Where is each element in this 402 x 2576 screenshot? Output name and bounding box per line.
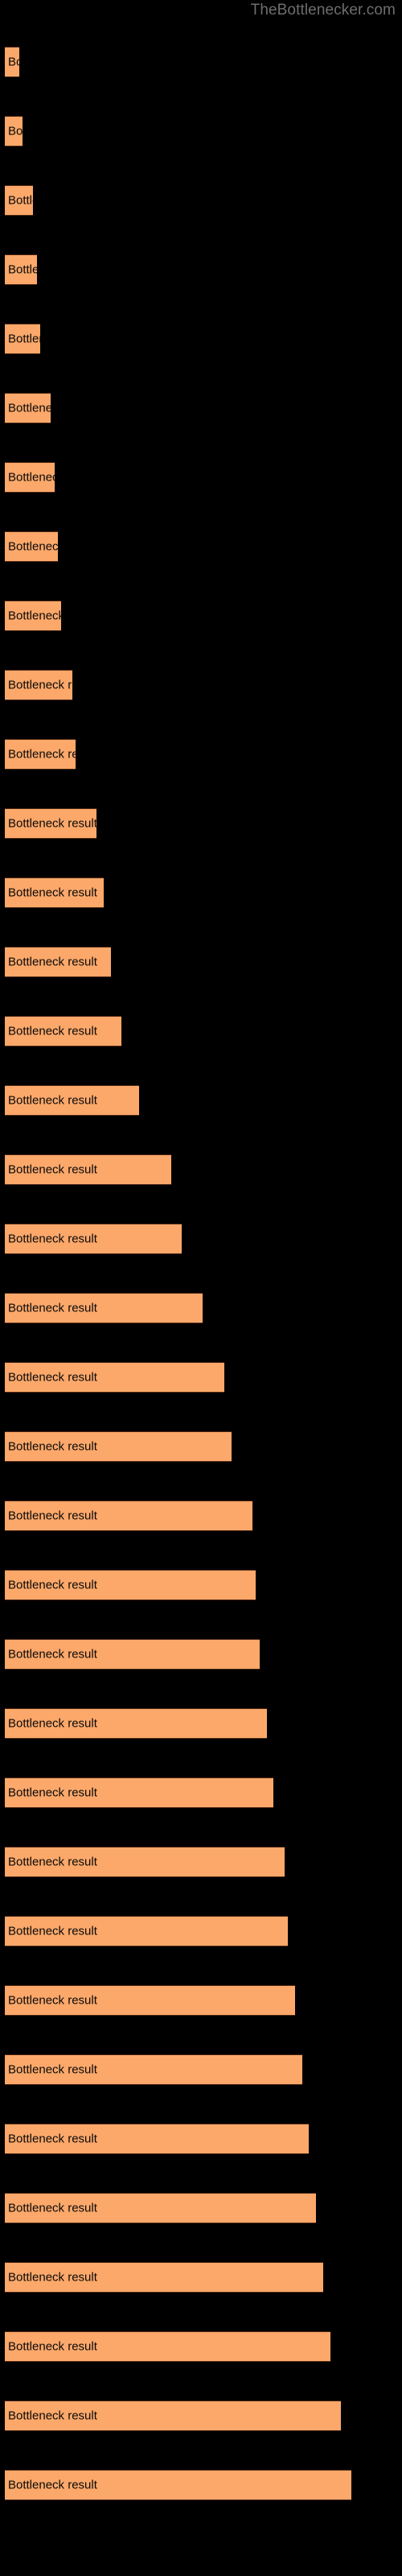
chart-bar[interactable]: Bottleneck result [5,1016,122,1046]
chart-bar-label: Bottleneck result [8,2062,97,2077]
chart-bar[interactable]: Bottleneck result [5,1224,182,1254]
chart-bar-label: Bottleneck result [8,1785,97,1800]
chart-bar[interactable]: Bottleneck result [5,462,55,493]
chart-bar[interactable]: Bottleneck result [5,116,23,147]
chart-bar-label: Bottleneck result [8,886,97,900]
chart-bar[interactable]: Bottleneck result [5,2470,352,2500]
chart-bar[interactable]: Bottleneck result [5,531,58,562]
chart-bar-label: Bottleneck result [8,1647,97,1662]
chart-bar[interactable]: Bottleneck result [5,1293,203,1323]
chart-bar-label: Bottleneck result [8,1716,97,1731]
chart-bar[interactable]: Bottleneck result [5,877,105,908]
chart-bar-label: Bottleneck result [8,2409,97,2423]
chart-bar-label: Bottleneck result [8,1301,97,1315]
chart-bar-label: Bottleneck result [8,1924,97,1938]
chart-bar-label: Bottleneck result [8,2201,97,2215]
chart-bar-label: Bottleneck result [8,193,33,208]
chart-bar[interactable]: Bottleneck result [5,2262,323,2293]
chart-bar[interactable]: Bottleneck result [5,601,62,631]
chart-bar-label: Bottleneck result [8,1993,97,2008]
chart-bar-label: Bottleneck result [8,1024,97,1038]
chart-bar-label: Bottleneck result [8,1093,97,1108]
chart-bar[interactable]: Bottleneck result [5,2193,317,2223]
chart-bar[interactable]: Bottleneck result [5,1570,256,1600]
chart-bar-label: Bottleneck result [8,2339,97,2354]
chart-bar-label: Bottleneck result [8,816,97,831]
chart-bar-label: Bottleneck result [8,747,76,762]
chart-bar-label: Bottleneck result [8,55,19,69]
chart-bar-label: Bottleneck result [8,1439,97,1454]
chart-bar[interactable]: Bottleneck result [5,254,37,285]
chart-bar-label: Bottleneck result [8,1162,97,1177]
chart-bar[interactable]: Bottleneck result [5,185,34,216]
chart-bar-label: Bottleneck result [8,539,58,554]
chart-bar-label: Bottleneck result [8,678,72,692]
chart-bar-label: Bottleneck result [8,1509,97,1523]
chart-bar-label: Bottleneck result [8,1232,97,1246]
chart-bar-label: Bottleneck result [8,2270,97,2285]
chart-bar-label: Bottleneck result [8,1855,97,1869]
chart-bar[interactable]: Bottleneck result [5,1777,274,1808]
chart-bar[interactable]: Bottleneck result [5,47,19,77]
chart-bar-label: Bottleneck result [8,262,37,277]
chart-bar-label: Bottleneck result [8,2132,97,2146]
chart-bar[interactable]: Bottleneck result [5,739,76,770]
chart-bar-label: Bottleneck result [8,609,62,623]
chart-bar[interactable]: Bottleneck result [5,1708,267,1739]
chart-bar[interactable]: Bottleneck result [5,2401,341,2431]
chart-bar[interactable]: Bottleneck result [5,1639,260,1670]
chart-bar[interactable]: Bottleneck result [5,393,51,423]
chart-bar-label: Bottleneck result [8,124,23,138]
bottleneck-bar-chart: Bottleneck result Bottleneck result Bottle… [0,0,402,2576]
chart-bar[interactable]: Bottleneck result [5,2054,302,2085]
chart-bar[interactable]: Bottleneck result [5,808,97,839]
chart-bar[interactable]: Bottleneck result [5,1916,288,1946]
chart-bar-label: Bottleneck result [8,2478,97,2492]
chart-bar[interactable]: Bottleneck result [5,1501,252,1531]
chart-bar[interactable]: Bottleneck result [5,947,111,977]
chart-bar[interactable]: Bottleneck result [5,1985,295,2016]
chart-bar[interactable]: Bottleneck result [5,670,72,700]
chart-bar-label: Bottleneck result [8,401,51,415]
chart-bar-label: Bottleneck result [8,1578,97,1592]
chart-bar-label: Bottleneck result [8,470,55,485]
chart-bar-label: Bottleneck result [8,1370,97,1385]
chart-bar[interactable]: Bottleneck result [5,2124,310,2154]
chart-bar[interactable]: Bottleneck result [5,1085,140,1116]
chart-bar[interactable]: Bottleneck result [5,2331,330,2362]
chart-bar-label: Bottleneck result [8,955,97,969]
chart-bar[interactable]: Bottleneck result [5,1362,224,1393]
chart-bar[interactable]: Bottleneck result [5,1847,285,1877]
chart-bar[interactable]: Bottleneck result [5,1154,171,1185]
chart-bar[interactable]: Bottleneck result [5,324,40,354]
chart-bar-label: Bottleneck result [8,332,40,346]
chart-bar[interactable]: Bottleneck result [5,1431,232,1462]
